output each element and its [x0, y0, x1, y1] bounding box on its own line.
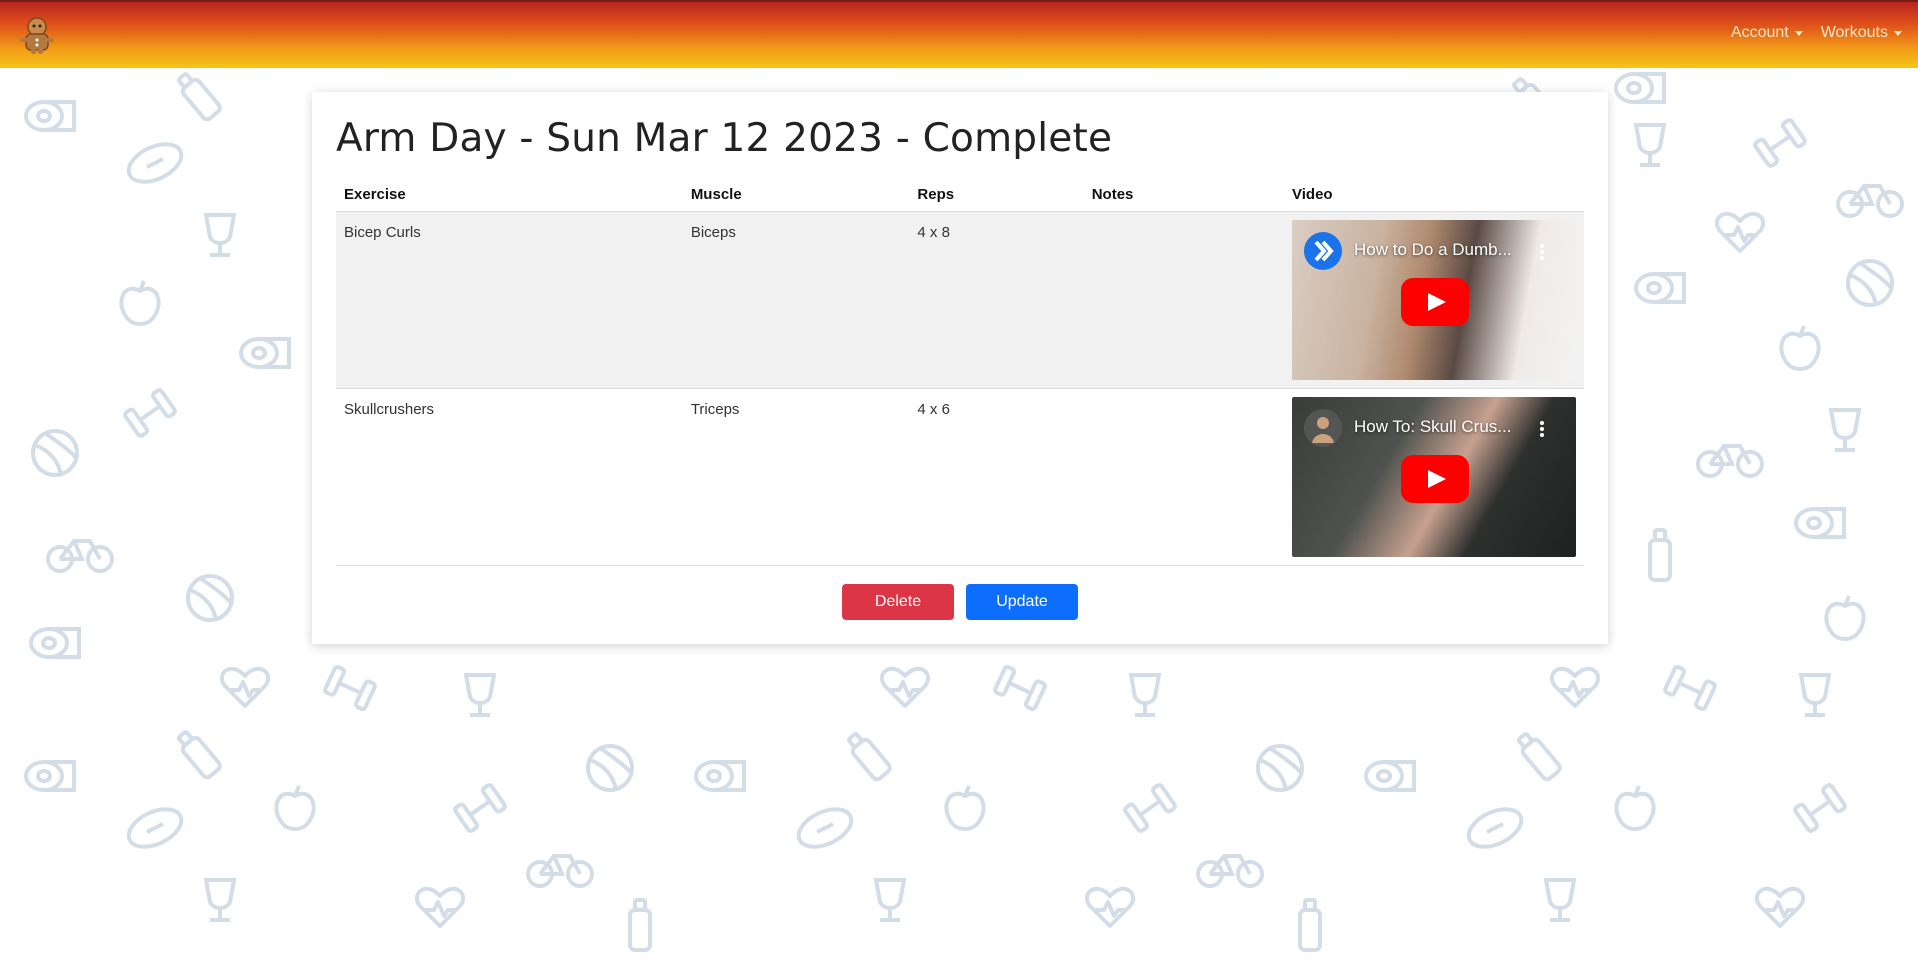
- workouts-dropdown[interactable]: Workouts: [1821, 24, 1902, 42]
- video-cell: How To: Skull Crus...: [1284, 388, 1584, 566]
- delete-button[interactable]: Delete: [842, 584, 954, 620]
- nav-menu: Account Workouts: [1731, 24, 1902, 42]
- exercise-cell: Bicep Curls: [336, 211, 683, 389]
- channel-avatar: [1304, 409, 1342, 447]
- exercise-table: Exercise Muscle Reps Notes Video Bicep C…: [336, 180, 1584, 566]
- column-header-reps: Reps: [909, 180, 1084, 212]
- table-row: Skullcrushers Triceps 4 x 6 How To: Skul…: [336, 388, 1584, 566]
- exercise-cell: Skullcrushers: [336, 388, 683, 566]
- table-row: Bicep Curls Biceps 4 x 8 How to Do a Dum…: [336, 211, 1584, 389]
- channel-logo-icon: [1314, 240, 1334, 262]
- column-header-exercise: Exercise: [336, 180, 683, 212]
- update-button[interactable]: Update: [966, 584, 1078, 620]
- youtube-video-embed[interactable]: How to Do a Dumb...: [1292, 220, 1576, 380]
- youtube-video-embed[interactable]: How To: Skull Crus...: [1292, 397, 1576, 557]
- chevron-down-icon: [1894, 30, 1902, 36]
- muscle-cell: Biceps: [682, 211, 910, 389]
- table-header-row: Exercise Muscle Reps Notes Video: [336, 180, 1584, 212]
- play-icon[interactable]: [1401, 278, 1469, 326]
- video-title: How To: Skull Crus...: [1354, 417, 1512, 436]
- notes-cell: [1083, 388, 1284, 566]
- account-dropdown[interactable]: Account: [1731, 24, 1803, 42]
- video-cell: How to Do a Dumb...: [1284, 211, 1584, 389]
- account-label: Account: [1730, 24, 1789, 41]
- video-title: How to Do a Dumb...: [1354, 240, 1512, 259]
- workout-card: Arm Day - Sun Mar 12 2023 - Complete Exe…: [312, 92, 1608, 644]
- column-header-muscle: Muscle: [682, 180, 910, 212]
- more-options-icon[interactable]: [1540, 421, 1544, 437]
- chevron-down-icon: [1794, 30, 1803, 36]
- reps-cell: 4 x 6: [909, 388, 1084, 566]
- channel-avatar: [1304, 232, 1342, 270]
- reps-cell: 4 x 8: [909, 211, 1084, 389]
- action-buttons: Delete Update: [312, 584, 1608, 620]
- top-navbar: Account Workouts: [0, 0, 1918, 68]
- more-options-icon[interactable]: [1540, 244, 1544, 260]
- workouts-label: Workouts: [1820, 24, 1888, 41]
- play-icon[interactable]: [1401, 455, 1469, 503]
- column-header-notes: Notes: [1083, 180, 1284, 212]
- column-header-video: Video: [1284, 180, 1584, 212]
- notes-cell: [1083, 211, 1284, 389]
- gingerbread-mascot-icon[interactable]: [16, 14, 58, 56]
- channel-avatar-icon: [1312, 417, 1334, 443]
- page-title: Arm Day - Sun Mar 12 2023 - Complete: [336, 116, 1113, 161]
- muscle-cell: Triceps: [682, 388, 910, 566]
